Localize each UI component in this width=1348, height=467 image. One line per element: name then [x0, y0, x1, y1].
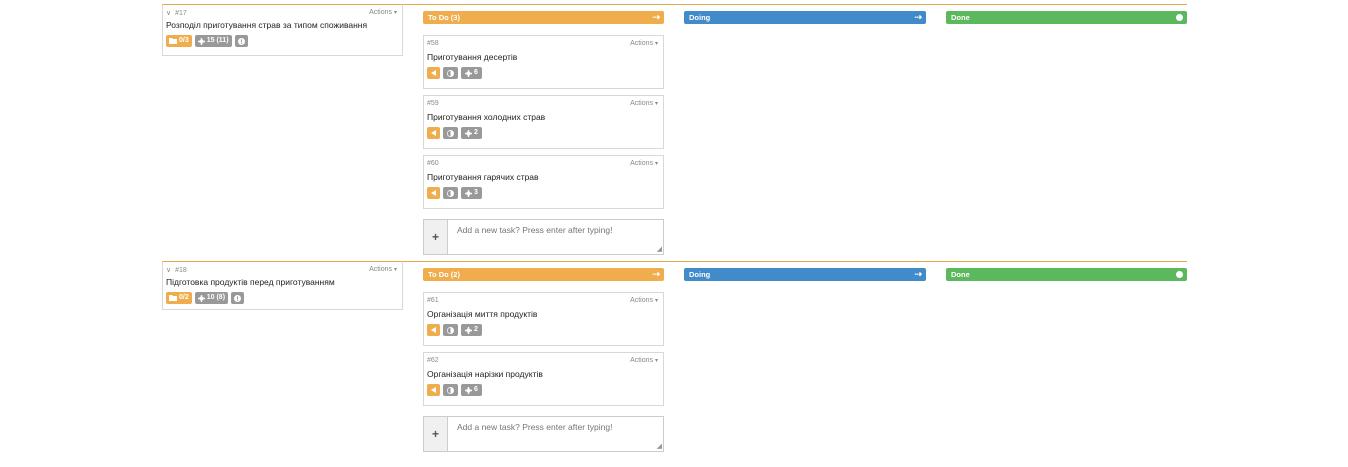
info-badge[interactable] — [234, 35, 248, 47]
points-badge[interactable]: 10 (8) — [194, 292, 229, 304]
story-title: Розподіл приготування страв за типом спо… — [166, 20, 368, 30]
half-circle-icon — [447, 386, 454, 394]
task-card[interactable]: #59 Actions ▾ Приготування холодних стра… — [423, 95, 664, 149]
add-task-box: + ◢ — [423, 219, 664, 255]
task-card[interactable]: #61 Actions ▾ Організація миття продукті… — [423, 292, 664, 346]
actions-dropdown[interactable]: Actions ▾ — [369, 266, 397, 273]
story-id: #18 — [175, 267, 187, 274]
half-circle-icon — [447, 326, 454, 334]
info-icon — [234, 294, 242, 302]
circle-icon — [1176, 271, 1183, 278]
caret-down-icon: ▾ — [654, 161, 658, 167]
add-task-box: + ◢ — [423, 416, 664, 452]
actions-dropdown[interactable]: Actions ▾ — [630, 160, 658, 167]
progress-button[interactable] — [443, 67, 458, 79]
info-badge[interactable] — [231, 292, 245, 304]
caret-left-icon — [431, 327, 436, 333]
move-back-button[interactable] — [427, 384, 440, 396]
task-id: #58 — [427, 40, 439, 47]
info-icon — [237, 37, 245, 45]
points-badge[interactable]: 2 — [461, 324, 482, 336]
column-header-todo[interactable]: To Do (3) ⇢ — [423, 11, 664, 24]
task-title: Приготування гарячих страв — [427, 172, 539, 182]
task-title: Організація нарізки продуктів — [427, 369, 543, 379]
circle-icon — [1176, 14, 1183, 21]
collapse-chevron-icon[interactable]: ∨ — [166, 10, 171, 17]
arrow-right-icon[interactable]: ⇢ — [914, 268, 922, 281]
gear-icon — [197, 294, 205, 302]
move-back-button[interactable] — [427, 324, 440, 336]
task-id: #62 — [427, 357, 439, 364]
story-card[interactable]: ∨ #17 Actions ▾ Розподіл приготування ст… — [162, 4, 403, 56]
points-badge[interactable]: 3 — [461, 187, 482, 199]
actions-dropdown[interactable]: Actions ▾ — [630, 40, 658, 47]
arrow-right-icon[interactable]: ⇢ — [652, 268, 660, 281]
task-id: #59 — [427, 100, 439, 107]
move-back-button[interactable] — [427, 127, 440, 139]
points-badge[interactable]: 6 — [461, 67, 482, 79]
gear-icon — [465, 129, 472, 137]
caret-down-icon: ▾ — [393, 10, 397, 16]
task-id: #61 — [427, 297, 439, 304]
caret-down-icon: ▾ — [654, 298, 658, 304]
column-header-doing[interactable]: Doing ⇢ — [684, 11, 926, 24]
column-header-done[interactable]: Done — [946, 11, 1187, 24]
progress-button[interactable] — [443, 324, 458, 336]
task-card[interactable]: #58 Actions ▾ Приготування десертів 6 — [423, 35, 664, 89]
story-id: #17 — [175, 10, 187, 17]
progress-button[interactable] — [443, 127, 458, 139]
task-title: Приготування холодних страв — [427, 112, 546, 122]
folder-icon — [169, 38, 177, 44]
folder-icon — [169, 295, 177, 301]
actions-dropdown[interactable]: Actions ▾ — [630, 297, 658, 304]
caret-left-icon — [431, 130, 436, 136]
gear-icon — [465, 386, 472, 394]
task-card[interactable]: #60 Actions ▾ Приготування гарячих страв… — [423, 155, 664, 209]
column-header-doing[interactable]: Doing ⇢ — [684, 268, 926, 281]
add-task-input[interactable] — [449, 417, 663, 451]
caret-down-icon: ▾ — [654, 101, 658, 107]
tasks-count-badge[interactable]: 0/2 — [166, 292, 192, 304]
actions-dropdown[interactable]: Actions ▾ — [630, 357, 658, 364]
caret-down-icon: ▾ — [654, 41, 658, 47]
progress-button[interactable] — [443, 384, 458, 396]
points-badge[interactable]: 6 — [461, 384, 482, 396]
half-circle-icon — [447, 129, 454, 137]
collapse-chevron-icon[interactable]: ∨ — [166, 267, 171, 274]
points-badge[interactable]: 2 — [461, 127, 482, 139]
caret-left-icon — [431, 70, 436, 76]
actions-dropdown[interactable]: Actions ▾ — [630, 100, 658, 107]
task-card[interactable]: #62 Actions ▾ Організація нарізки продук… — [423, 352, 664, 406]
half-circle-icon — [447, 69, 454, 77]
story-title: Підготовка продуктів перед приготуванням — [166, 277, 335, 287]
column-header-todo[interactable]: To Do (2) ⇢ — [423, 268, 664, 281]
resize-grip-icon[interactable]: ◢ — [657, 442, 662, 450]
story-card[interactable]: ∨ #18 Actions ▾ Підготовка продуктів пер… — [162, 261, 403, 310]
actions-dropdown[interactable]: Actions ▾ — [369, 9, 397, 16]
move-back-button[interactable] — [427, 187, 440, 199]
add-task-button[interactable]: + — [424, 417, 448, 451]
half-circle-icon — [447, 189, 454, 197]
task-title: Приготування десертів — [427, 52, 518, 62]
caret-down-icon: ▾ — [393, 267, 397, 273]
caret-left-icon — [431, 190, 436, 196]
arrow-right-icon[interactable]: ⇢ — [914, 11, 922, 24]
move-back-button[interactable] — [427, 67, 440, 79]
caret-left-icon — [431, 387, 436, 393]
add-task-input[interactable] — [449, 220, 663, 254]
task-title: Організація миття продуктів — [427, 309, 538, 319]
gear-icon — [465, 69, 472, 77]
gear-icon — [197, 37, 205, 45]
add-task-button[interactable]: + — [424, 220, 448, 254]
column-header-done[interactable]: Done — [946, 268, 1187, 281]
points-badge[interactable]: 15 (11) — [194, 35, 232, 47]
progress-button[interactable] — [443, 187, 458, 199]
task-id: #60 — [427, 160, 439, 167]
arrow-right-icon[interactable]: ⇢ — [652, 11, 660, 24]
caret-down-icon: ▾ — [654, 358, 658, 364]
resize-grip-icon[interactable]: ◢ — [657, 245, 662, 253]
gear-icon — [465, 326, 472, 334]
gear-icon — [465, 189, 472, 197]
tasks-count-badge[interactable]: 0/3 — [166, 35, 192, 47]
